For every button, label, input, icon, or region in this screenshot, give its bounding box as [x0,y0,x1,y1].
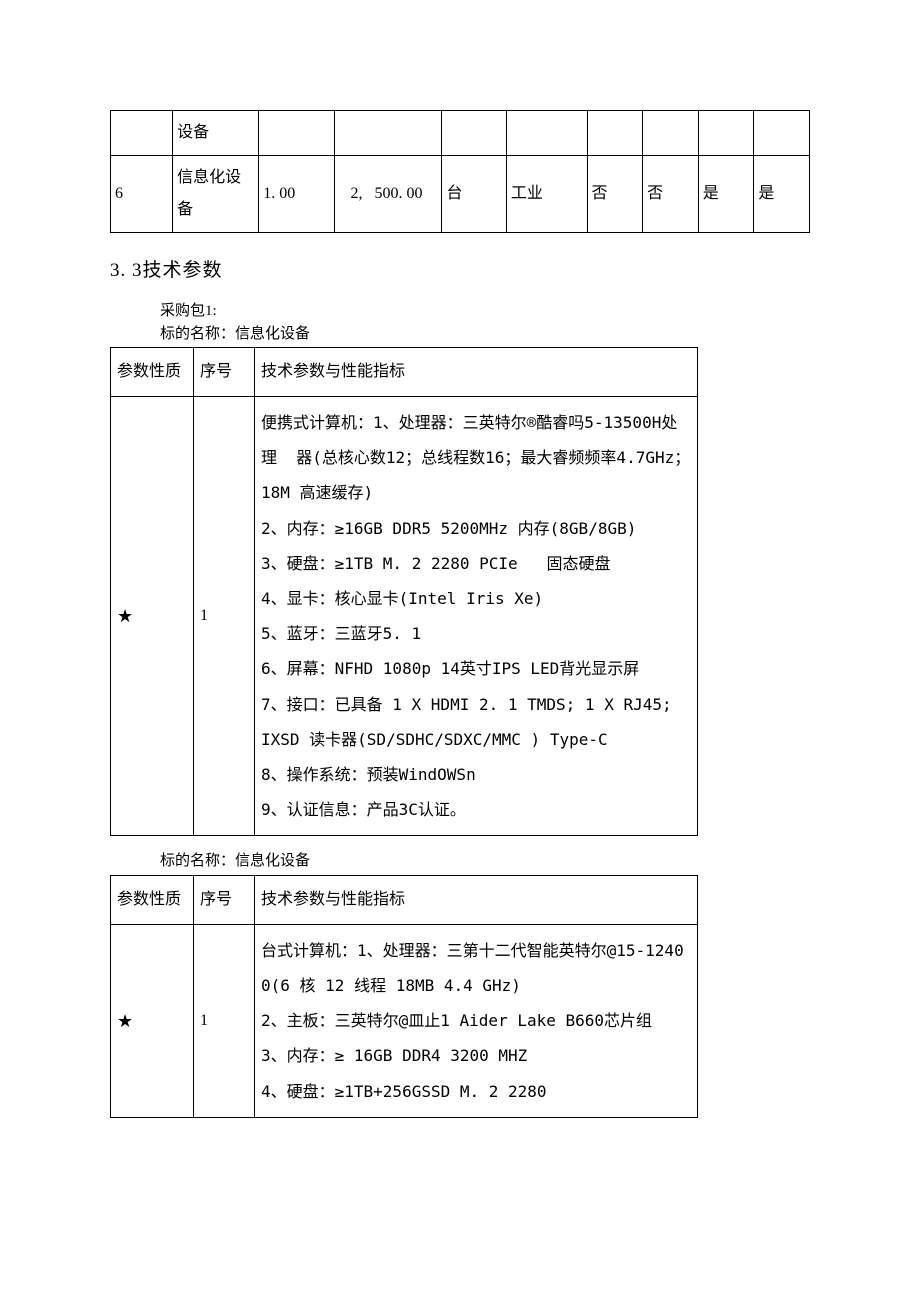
package-label: 采购包1: [160,300,810,323]
table-row: 6 信息化设备 1. 00 2, 500. 00 台 工业 否 否 是 是 [111,156,810,233]
cell-yn: 否 [587,156,643,233]
cell-yn: 是 [698,156,754,233]
equipment-table: 设备 6 信息化设备 1. 00 2, 500. 00 台 工业 否 否 是 是 [110,110,810,233]
cell-spec-text: 便携式计算机：1、处理器：三英特尔®酷睿吗5-13500H处理 器(总核心数12… [255,397,698,836]
target-name-line-2: 标的名称：信息化设备 [160,850,810,873]
cell [442,111,506,156]
col-header-spec: 技术参数与性能指标 [255,348,698,397]
target-label-prefix: 标的名称： [160,326,235,342]
cell-num: 6 [111,156,173,233]
cell-name: 信息化设备 [173,156,259,233]
target-name: 信息化设备 [235,326,310,342]
cell-star: ★ [111,397,194,836]
section-heading: 3. 3技术参数 [110,255,810,282]
table-header-row: 参数性质 序号 技术参数与性能指标 [111,348,698,397]
col-header-param-nature: 参数性质 [111,875,194,924]
cell-num-blank [111,111,173,156]
cell-price: 2, 500. 00 [334,156,442,233]
cell-yn: 否 [643,156,699,233]
col-header-seq: 序号 [194,348,255,397]
col-header-param-nature: 参数性质 [111,348,194,397]
cell-spec-text: 台式计算机：1、处理器：三第十二代智能英特尔@15-1240 0(6 核 12 … [255,924,698,1117]
cell [754,111,810,156]
table-row: ★ 1 台式计算机：1、处理器：三第十二代智能英特尔@15-1240 0(6 核… [111,924,698,1117]
cell-star: ★ [111,924,194,1117]
col-header-spec: 技术参数与性能指标 [255,875,698,924]
cell-seq: 1 [194,924,255,1117]
cell [587,111,643,156]
table-row: ★ 1 便携式计算机：1、处理器：三英特尔®酷睿吗5-13500H处理 器(总核… [111,397,698,836]
cell [506,111,587,156]
spec-table-1: 参数性质 序号 技术参数与性能指标 ★ 1 便携式计算机：1、处理器：三英特尔®… [110,347,698,836]
page: 设备 6 信息化设备 1. 00 2, 500. 00 台 工业 否 否 是 是… [110,110,810,1118]
table-row: 设备 [111,111,810,156]
cell [643,111,699,156]
col-header-seq: 序号 [194,875,255,924]
target-label-prefix: 标的名称： [160,853,235,869]
cell-industry: 工业 [506,156,587,233]
table-header-row: 参数性质 序号 技术参数与性能指标 [111,875,698,924]
cell-name: 设备 [173,111,259,156]
cell-unit: 台 [442,156,506,233]
target-name: 信息化设备 [235,853,310,869]
cell-seq: 1 [194,397,255,836]
target-name-line: 标的名称：信息化设备 [160,323,810,346]
cell-yn: 是 [754,156,810,233]
cell [334,111,442,156]
cell [259,111,334,156]
spec-table-2: 参数性质 序号 技术参数与性能指标 ★ 1 台式计算机：1、处理器：三第十二代智… [110,875,698,1118]
cell-qty: 1. 00 [259,156,334,233]
cell [698,111,754,156]
